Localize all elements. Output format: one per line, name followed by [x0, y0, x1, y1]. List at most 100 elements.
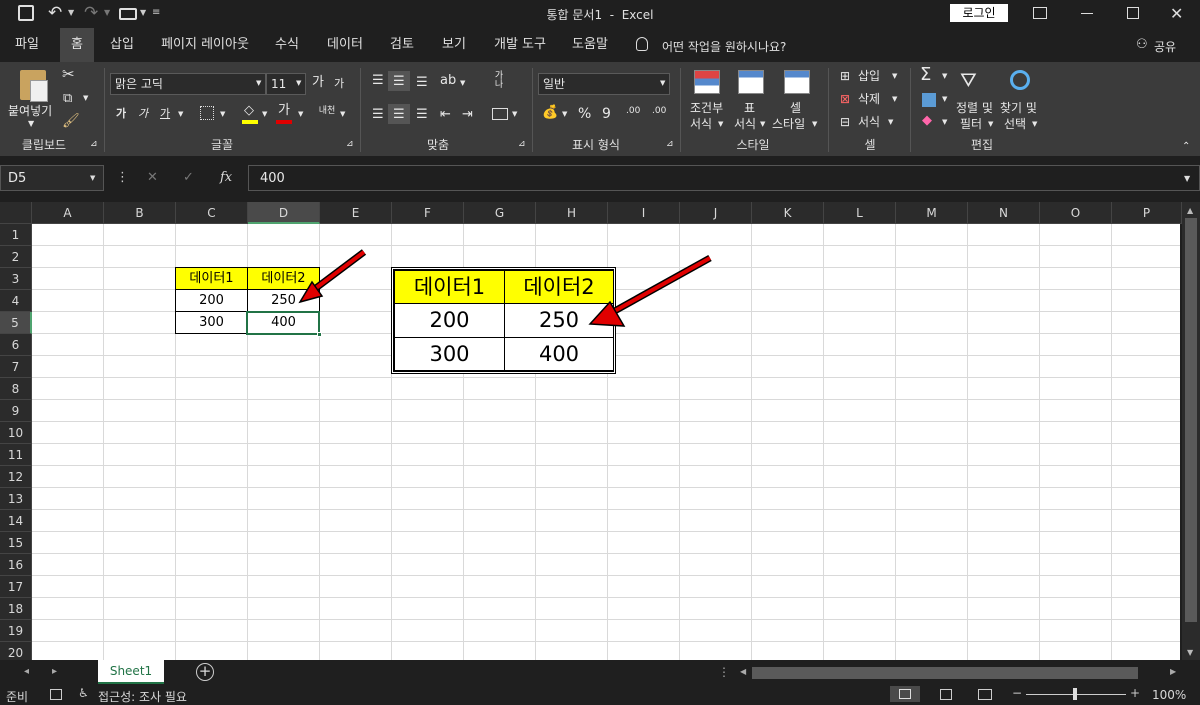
delete-dropdown-icon[interactable]: ▼: [892, 96, 897, 103]
minimize-icon[interactable]: [1081, 13, 1093, 14]
format-painter-icon[interactable]: 🖌: [62, 114, 80, 128]
phonetic-dropdown-icon[interactable]: ▼: [340, 111, 345, 118]
conditional-formatting-icon[interactable]: [694, 70, 720, 94]
paste-button[interactable]: 붙여넣기: [8, 102, 52, 119]
cell-styles-button-l1[interactable]: 셀: [790, 102, 801, 114]
cut-icon[interactable]: ✂: [62, 67, 75, 82]
cell-styles-dropdown-icon[interactable]: ▼: [812, 121, 817, 128]
accessibility-status[interactable]: 접근성: 조사 필요: [98, 688, 187, 705]
row-header-15[interactable]: 15: [0, 532, 32, 554]
add-sheet-icon[interactable]: +: [196, 663, 214, 681]
macro-record-icon[interactable]: [50, 689, 62, 700]
column-header-c[interactable]: C: [176, 202, 248, 224]
row-header-11[interactable]: 11: [0, 444, 32, 466]
cell-styles-button-l2[interactable]: 스타일: [772, 118, 805, 130]
conditional-formatting-button-l2[interactable]: 서식: [690, 118, 712, 130]
horizontal-scrollbar[interactable]: [752, 667, 1138, 679]
next-sheet-icon[interactable]: ▸: [52, 666, 57, 677]
camera-dropdown-icon[interactable]: ▼: [140, 8, 146, 17]
number-format-dropdown-icon[interactable]: ▼: [660, 80, 665, 87]
decrease-indent-icon[interactable]: ⇤: [440, 108, 451, 121]
border-icon[interactable]: [200, 106, 214, 120]
column-header-p[interactable]: P: [1112, 202, 1182, 224]
red-arrow-small[interactable]: [292, 246, 372, 306]
tab-split-handle-icon[interactable]: ⋮: [718, 665, 730, 679]
bold-button[interactable]: 가: [116, 108, 126, 119]
row-header-1[interactable]: 1: [0, 224, 32, 246]
tab-insert[interactable]: 삽입: [100, 28, 144, 62]
insert-function-button[interactable]: fx: [220, 170, 232, 185]
accounting-dropdown-icon[interactable]: ▼: [562, 111, 567, 118]
increase-decimal-icon[interactable]: .00: [626, 107, 640, 116]
cell-styles-icon[interactable]: [784, 70, 810, 94]
insert-cells-icon[interactable]: ⊞: [840, 70, 850, 82]
formula-bar-options-icon[interactable]: ⋮: [116, 170, 129, 185]
row-header-20[interactable]: 20: [0, 642, 32, 660]
number-format-combo[interactable]: 일반: [538, 73, 670, 95]
row-header-5[interactable]: 5: [0, 312, 32, 334]
page-layout-view-icon[interactable]: [940, 689, 952, 700]
small-table-cell[interactable]: 200: [175, 289, 248, 312]
phonetic-button[interactable]: 내천: [318, 107, 336, 116]
column-header-i[interactable]: I: [608, 202, 680, 224]
tab-review[interactable]: 검토: [380, 28, 424, 62]
tell-me-input[interactable]: 어떤 작업을 원하시나요?: [662, 38, 786, 55]
insert-dropdown-icon[interactable]: ▼: [892, 73, 897, 80]
maximize-icon[interactable]: [1127, 7, 1139, 19]
expand-formula-bar-icon[interactable]: ▼: [1184, 174, 1190, 183]
name-box-dropdown-icon[interactable]: ▼: [90, 174, 95, 182]
zoom-slider-thumb[interactable]: [1073, 688, 1077, 700]
select-all-corner[interactable]: [0, 202, 32, 224]
column-header-l[interactable]: L: [824, 202, 896, 224]
find-select-button-l1[interactable]: 찾기 및: [1000, 102, 1037, 114]
find-select-button-l2[interactable]: 선택: [1004, 118, 1026, 130]
tab-developer[interactable]: 개발 도구: [484, 28, 556, 62]
find-select-icon[interactable]: [1010, 70, 1030, 90]
tab-formulas[interactable]: 수식: [266, 28, 308, 62]
tab-help[interactable]: 도움말: [562, 28, 618, 62]
undo-icon[interactable]: ↶: [48, 3, 62, 23]
column-header-o[interactable]: O: [1040, 202, 1112, 224]
tab-view[interactable]: 보기: [432, 28, 476, 62]
accessibility-icon[interactable]: ♿: [78, 686, 89, 700]
border-dropdown-icon[interactable]: ▼: [220, 111, 225, 118]
sort-filter-icon[interactable]: ⛛: [960, 70, 977, 90]
column-header-m[interactable]: M: [896, 202, 968, 224]
collapse-ribbon-icon[interactable]: ⌃: [1182, 142, 1190, 152]
align-top-icon[interactable]: ☰: [372, 74, 384, 87]
row-header-14[interactable]: 14: [0, 510, 32, 532]
camera-icon[interactable]: [119, 8, 137, 20]
tab-data[interactable]: 데이터: [318, 28, 372, 62]
font-size-dropdown-icon[interactable]: ▼: [296, 80, 301, 87]
autosum-dropdown-icon[interactable]: ▼: [942, 73, 947, 80]
number-launcher-icon[interactable]: ⊿: [666, 140, 674, 149]
alignment-launcher-icon[interactable]: ⊿: [518, 140, 526, 149]
close-icon[interactable]: ✕: [1170, 4, 1183, 23]
font-color-dropdown-icon[interactable]: ▼: [298, 111, 303, 118]
format-as-table-icon[interactable]: [738, 70, 764, 94]
zoom-out-icon[interactable]: −: [1012, 686, 1022, 700]
clear-dropdown-icon[interactable]: ▼: [942, 119, 947, 126]
column-header-j[interactable]: J: [680, 202, 752, 224]
merge-dropdown-icon[interactable]: ▼: [512, 111, 517, 118]
tab-file[interactable]: 파일: [4, 28, 50, 62]
format-as-table-button-l2[interactable]: 서식: [734, 118, 756, 130]
decrease-decimal-icon[interactable]: .00: [652, 107, 666, 116]
find-dropdown-icon[interactable]: ▼: [1032, 121, 1037, 128]
row-header-19[interactable]: 19: [0, 620, 32, 642]
orientation-icon[interactable]: ab: [440, 74, 456, 87]
login-button[interactable]: 로그인: [950, 4, 1008, 22]
format-cells-button[interactable]: 서식: [858, 116, 880, 128]
column-header-e[interactable]: E: [320, 202, 392, 224]
row-header-6[interactable]: 6: [0, 334, 32, 356]
orientation-dropdown-icon[interactable]: ▼: [460, 80, 465, 87]
row-header-13[interactable]: 13: [0, 488, 32, 510]
prev-sheet-icon[interactable]: ◂: [24, 666, 29, 677]
row-header-16[interactable]: 16: [0, 554, 32, 576]
row-header-7[interactable]: 7: [0, 356, 32, 378]
undo-dropdown-icon[interactable]: ▼: [68, 8, 74, 17]
redo-icon[interactable]: ↷: [84, 3, 98, 23]
customize-qat-icon[interactable]: ≡: [152, 7, 160, 18]
row-header-10[interactable]: 10: [0, 422, 32, 444]
column-header-h[interactable]: H: [536, 202, 608, 224]
